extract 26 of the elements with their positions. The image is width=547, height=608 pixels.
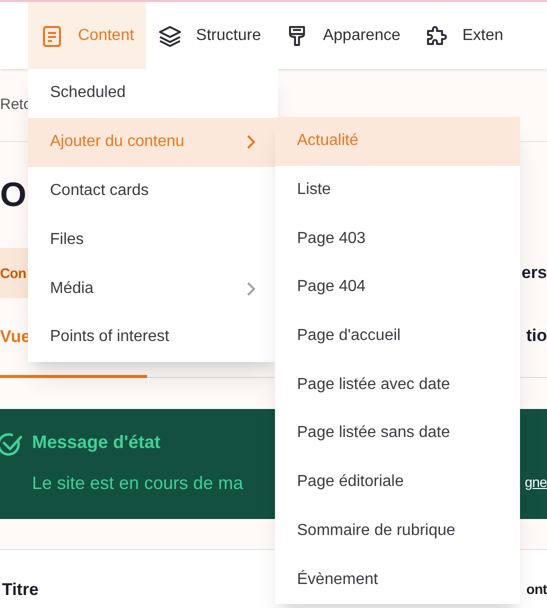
message-title: Message d'état — [32, 431, 162, 454]
menu-item[interactable]: Sommaire de rubrique — [275, 506, 520, 556]
page-heading: O — [0, 174, 26, 216]
tab[interactable]: ers — [521, 248, 547, 298]
nav-tab[interactable]: Structure — [146, 2, 273, 69]
menu-item[interactable]: Scheduled — [28, 69, 278, 118]
menu-item[interactable]: Liste — [275, 166, 520, 214]
menu-item[interactable]: Page d'accueil — [275, 312, 520, 360]
column-header: ont — [526, 580, 547, 599]
column-header: Titre — [1, 578, 39, 601]
menu-item[interactable]: Évènement — [275, 555, 520, 604]
layers-icon — [158, 24, 182, 48]
menu-item[interactable]: Page listée sans date — [275, 409, 520, 458]
menu-item[interactable]: Points of interest — [28, 312, 278, 362]
menu-item[interactable]: Page éditoriale — [275, 458, 520, 506]
message-text: Le site est en cours de ma — [32, 472, 244, 495]
document-icon — [40, 24, 64, 48]
menu-item[interactable]: Page 404 — [275, 263, 520, 312]
menu-item[interactable]: Page listée avec date — [275, 360, 520, 410]
nav-tab[interactable]: Apparence — [272, 2, 412, 69]
nav-tab[interactable]: Exten — [412, 2, 516, 69]
message-link[interactable]: gne — [524, 474, 547, 490]
puzzle-icon — [424, 24, 448, 48]
view-tab[interactable]: tio — [526, 298, 547, 377]
menu-item[interactable]: Page 403 — [275, 214, 520, 264]
tab[interactable]: Con — [0, 248, 28, 298]
